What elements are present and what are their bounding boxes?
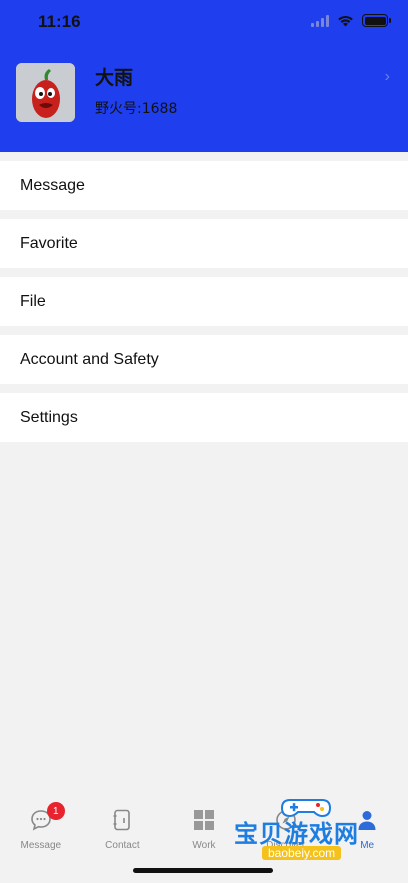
avatar[interactable] <box>16 63 75 122</box>
menu-item-settings[interactable]: Settings <box>0 393 408 442</box>
menu-item-favorite[interactable]: Favorite <box>0 219 408 268</box>
signal-icon <box>311 14 329 27</box>
tab-message[interactable]: 1 Message <box>0 798 82 858</box>
status-bar: 11:16 <box>0 0 408 46</box>
grid-icon <box>192 808 216 832</box>
watermark-sub-text: baobeiy.com <box>262 846 342 860</box>
profile-name: 大雨 <box>95 66 134 89</box>
chevron-right-icon[interactable]: › <box>385 68 390 86</box>
watermark-logo: 宝贝游戏网 baobeiy.com <box>226 796 386 866</box>
home-indicator <box>133 868 273 873</box>
status-time: 11:16 <box>38 12 81 31</box>
tab-label: Work <box>192 840 216 851</box>
menu-item-file[interactable]: File <box>0 277 408 326</box>
tab-label: Contact <box>105 840 140 851</box>
menu-item-account-safety[interactable]: Account and Safety <box>0 335 408 384</box>
tab-label: Message <box>20 840 62 851</box>
chat-bubble-icon: 1 <box>29 802 65 832</box>
unread-badge: 1 <box>46 802 65 820</box>
profile-card[interactable]: 大雨 野火号:1688 <box>16 63 177 122</box>
battery-icon <box>362 14 391 27</box>
contact-book-icon <box>110 808 134 832</box>
menu-item-message[interactable]: Message <box>0 161 408 210</box>
menu-list: Message Favorite File Account and Safety… <box>0 152 408 442</box>
watermark-main-text: 宝贝游戏网 <box>234 820 359 848</box>
tab-contact[interactable]: Contact <box>82 798 164 858</box>
status-icons <box>311 14 391 27</box>
wifi-icon <box>338 15 353 27</box>
profile-id: 野火号:1688 <box>95 101 178 118</box>
profile-header: 11:16 大雨 野火号:1688 › <box>0 0 408 152</box>
